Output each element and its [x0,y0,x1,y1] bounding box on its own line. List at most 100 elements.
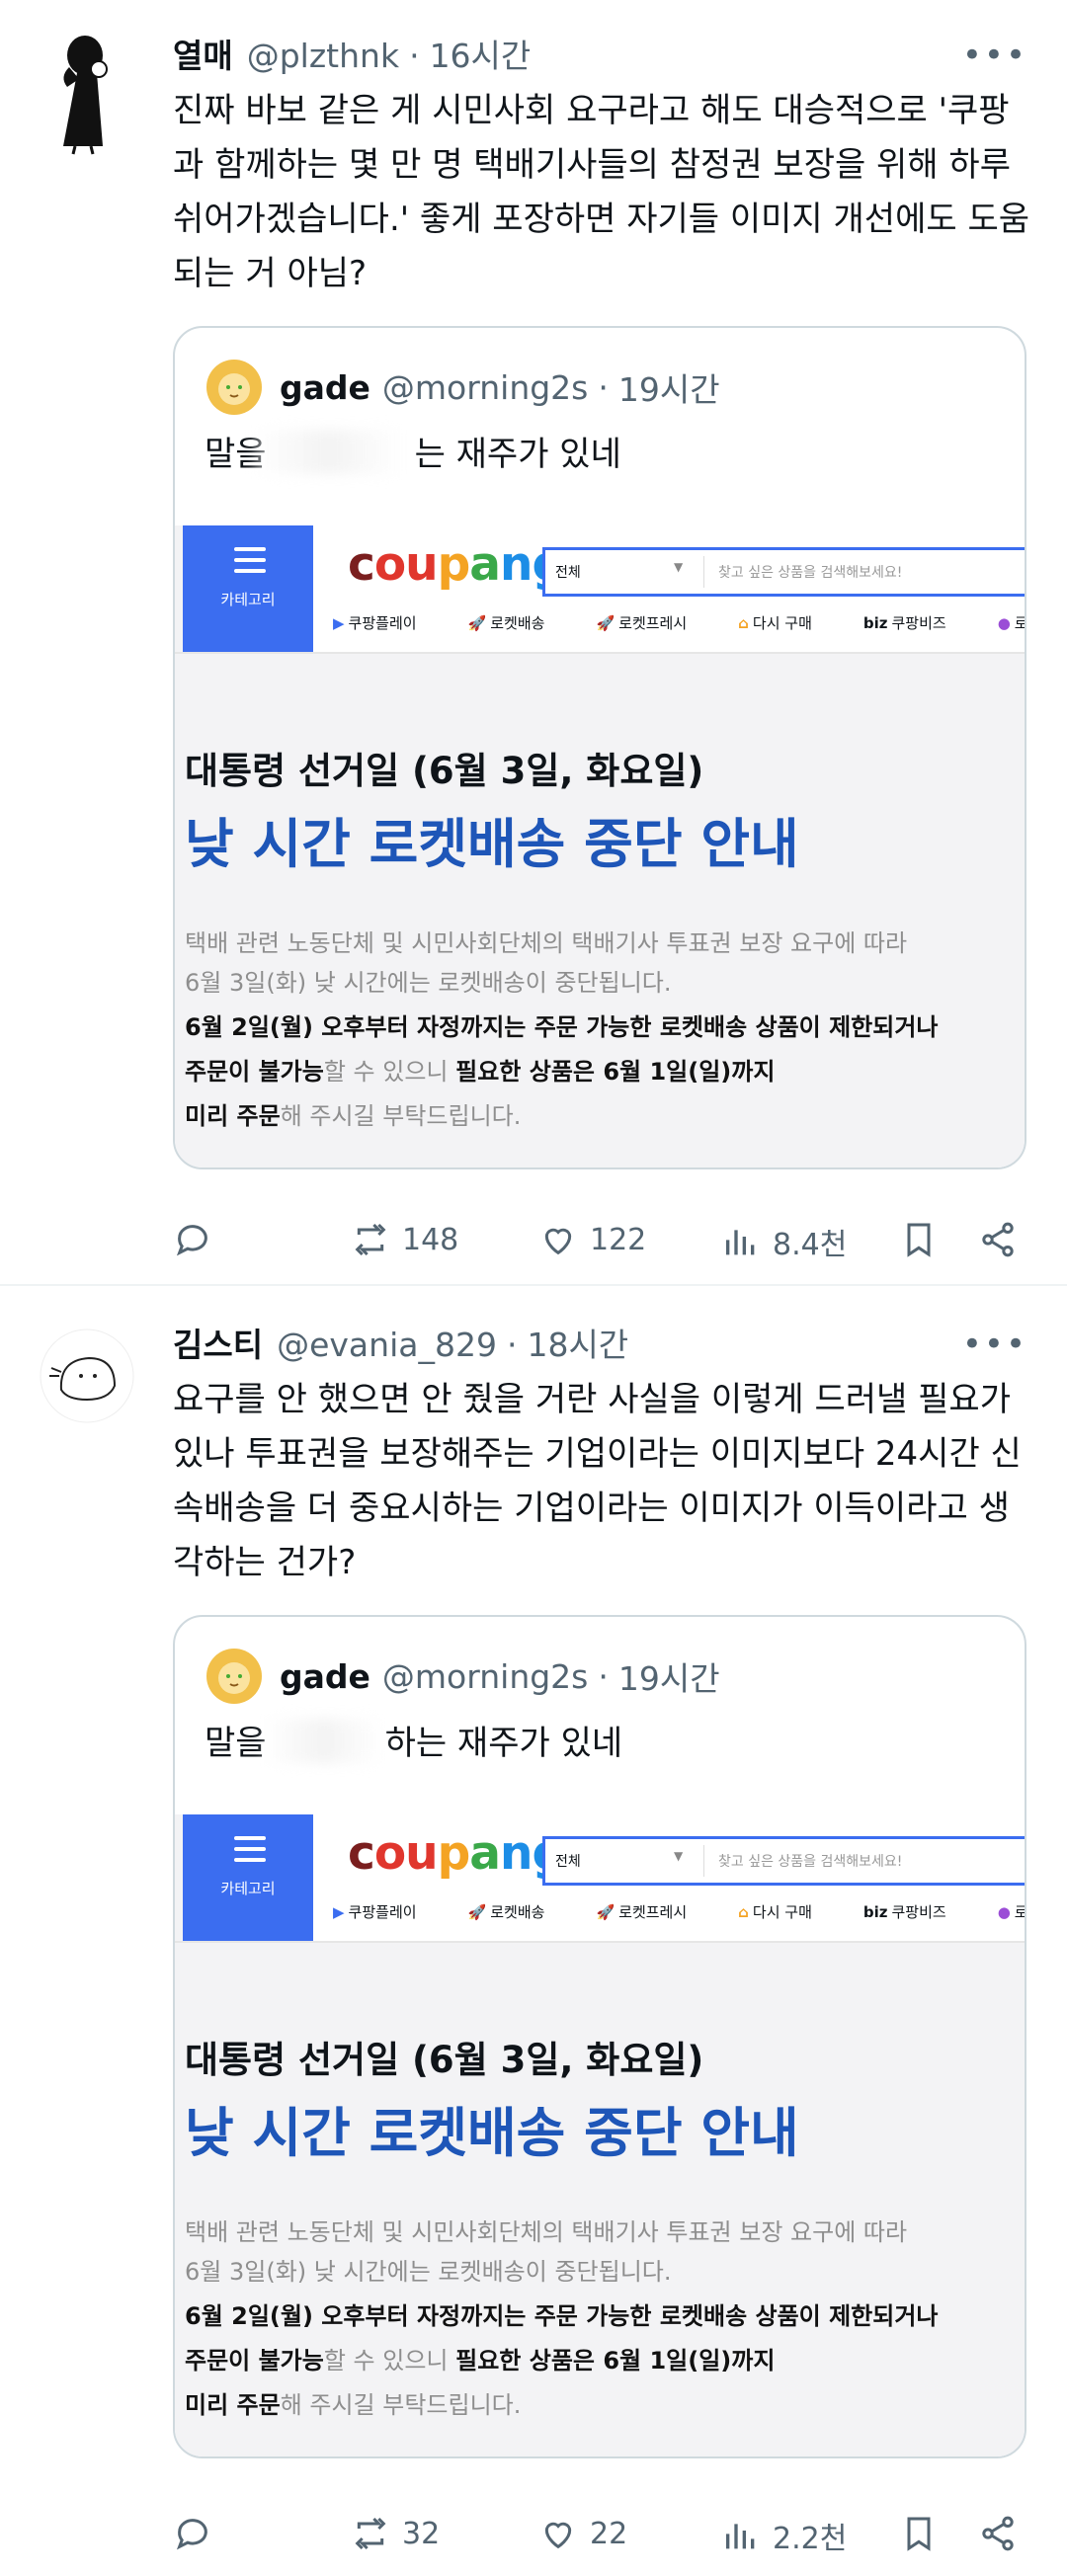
timestamp[interactable]: 18시간 [527,1319,628,1366]
avatar-illustration [40,1328,134,1423]
coupang-nav: ▶쿠팡플레이 🚀로켓배송 🚀로켓프레시 ⌂다시 구매 biz쿠팡비즈 ●로켓직구 [333,1901,1025,1922]
search-bar: 전체 ▼ 찾고 싶은 상품을 검색해보세요! [542,1836,1025,1886]
divider [175,652,1025,654]
quoted-text-start: 말을 [205,1724,267,1763]
reply-icon [176,1225,207,1256]
like-count: 122 [590,1222,647,1257]
avatar[interactable] [205,358,264,417]
notice-line: 미리 주문해 주시길 부탁드립니다. [185,2391,522,2419]
notice-image[interactable]: 카테고리 coupang 전체 ▼ 찾고 싶은 상품을 검색해보세요! ▶ 쿠팡플… [175,1814,1025,2456]
display-name[interactable]: 김스티 [173,1319,263,1366]
retweet-icon [355,2517,386,2550]
quoted-handle: @morning2s [381,1656,589,1696]
search-placeholder: 찾고 싶은 상품을 검색해보세요! [718,1854,903,1870]
like-button[interactable]: 122 [538,1220,646,1259]
notice-line: 6월 3일(화) 낮 시간에는 로켓배송이 중단됩니다. [185,969,672,997]
retweet-count: 148 [402,1222,459,1257]
blur-redaction [264,1719,382,1763]
category-label: 카테고리 [220,591,276,608]
search-placeholder: 찾고 싶은 상품을 검색해보세요! [718,565,903,581]
separator-dot: · [409,37,420,75]
views-count: 8.4천 [773,1228,848,1262]
avatar[interactable] [40,1328,134,1423]
tweet-text: 진짜 바보 같은 게 시민사회 요구라고 해도 대승적으로 '쿠팡과 함께하는 … [173,91,1029,293]
reply-button[interactable] [173,1220,224,1259]
display-name[interactable]: 열매 [173,30,233,77]
like-count: 22 [590,2516,628,2551]
more-icon[interactable]: ••• [962,1325,1027,1364]
more-icon[interactable]: ••• [962,36,1027,75]
notice-subtitle: 대통령 선거일 (6월 3일, 화요일) [185,750,704,792]
nav-item: ●로켓직구 [997,614,1025,632]
tweet-header: 김스티 @evania_829 · 18시간 [173,1319,628,1368]
notice-line: 택배 관련 노동단체 및 시민사회단체의 택배기사 투표권 보장 요구에 따라 [185,2218,908,2246]
avatar[interactable] [205,1647,264,1706]
tweet-divider [0,1284,1067,1286]
share-icon [982,2516,1014,2551]
notice-title: 낮 시간 로켓배송 중단 안내 [185,813,799,875]
quoted-tweet[interactable]: gade @morning2s · 19시간 말을 하는 재주가 있네 카테고리 … [173,1615,1026,2458]
user-handle[interactable]: @evania_829 [277,1326,497,1364]
nav-item: biz 쿠팡비즈 [862,1903,946,1921]
bookmark-button[interactable] [899,2514,950,2553]
retweet-button[interactable]: 148 [351,1220,458,1259]
share-button[interactable] [978,1220,1029,1259]
nav-item: ▶ 쿠팡플레이 [333,614,417,632]
share-icon [982,1222,1014,1257]
divider [703,556,704,588]
views-icon [726,1230,755,1255]
user-handle[interactable]: @plzthnk [247,37,399,75]
separator-dot: · [598,1656,609,1696]
category-button: 카테고리 [183,1814,313,1941]
lion-avatar-icon [206,1649,262,1704]
blur-redaction [254,430,402,474]
tweet-actions: 148 122 8.4천 [173,1210,1023,1269]
coupang-nav: ▶쿠팡플레이 🚀로켓배송 🚀로켓프레시 ⌂다시 구매 biz쿠팡비즈 ●로켓직구 [333,612,1025,633]
nav-item: ▶ 쿠팡플레이 [333,1903,417,1921]
views-button[interactable]: 8.4천 [721,1220,847,1263]
notice-line: 6월 3일(화) 낮 시간에는 로켓배송이 중단됩니다. [185,2258,672,2286]
notice-line: 6월 2일(월) 오후부터 자정까지는 주문 가능한 로켓배송 상품이 제한되거… [185,1013,939,1041]
quoted-header: gade @morning2s · 19시간 [205,358,720,417]
notice-line: 택배 관련 노동단체 및 시민사회단체의 택배기사 투표권 보장 요구에 따라 [185,929,908,957]
quoted-timestamp: 19시간 [617,370,720,409]
retweet-button[interactable]: 32 [351,2514,440,2553]
views-icon [726,2524,755,2549]
quoted-timestamp: 19시간 [617,1659,720,1698]
quoted-tweet[interactable]: gade @morning2s · 19시간 말을 는 재주가 있네 카테고리 c… [173,326,1026,1169]
reply-icon [176,2519,207,2550]
nav-item: ●로켓직구 [997,1903,1025,1921]
tweet-text: 요구를 안 했으면 안 줬을 거란 사실을 이렇게 드러낼 필요가 있나 투표권… [173,1380,1022,1582]
bookmark-icon [907,1223,931,1257]
nav-item: 🚀 로켓프레시 [596,1903,688,1921]
views-count: 2.2천 [773,2522,848,2556]
search-select: 전체 [555,1854,581,1870]
nav-item: 🚀 로켓배송 [467,1903,545,1921]
quoted-text-end: 하는 재주가 있네 [384,1724,623,1763]
avatar[interactable] [40,28,134,156]
bookmark-button[interactable] [899,1220,950,1259]
tweet[interactable]: 열매 @plzthnk · 16시간 ••• 진짜 바보 같은 게 시민사회 요… [0,0,1067,1284]
quoted-display-name: gade [280,1656,370,1696]
avatar-illustration [63,36,108,155]
search-select: 전체 [555,565,581,581]
nav-item: ⌂ 다시 구매 [738,614,812,632]
like-button[interactable]: 22 [538,2514,627,2553]
notice-subtitle: 대통령 선거일 (6월 3일, 화요일) [185,2039,704,2081]
heart-icon [544,2522,572,2549]
retweet-count: 32 [402,2516,441,2551]
coupang-logo: coupang [348,1826,565,1881]
bookmark-icon [907,2517,931,2551]
reply-button[interactable] [173,2514,224,2553]
tweet[interactable]: 김스티 @evania_829 · 18시간 ••• 요구를 안 했으면 안 줬… [0,1289,1067,2576]
quoted-header: gade @morning2s · 19시간 [205,1647,720,1706]
share-button[interactable] [978,2514,1029,2553]
tweet-header: 열매 @plzthnk · 16시간 [173,30,531,79]
notice-image[interactable]: 카테고리 coupang 전체 ▼ 찾고 싶은 상품을 검색해보세요! ▶ 쿠팡플… [175,525,1025,1167]
search-bar: 전체 ▼ 찾고 싶은 상품을 검색해보세요! [542,547,1025,597]
notice-line: 6월 2일(월) 오후부터 자정까지는 주문 가능한 로켓배송 상품이 제한되거… [185,2302,939,2330]
timestamp[interactable]: 16시간 [430,30,532,77]
tweet-actions: 32 22 2.2천 [173,2504,1023,2563]
views-button[interactable]: 2.2천 [721,2514,847,2557]
divider [703,1845,704,1877]
